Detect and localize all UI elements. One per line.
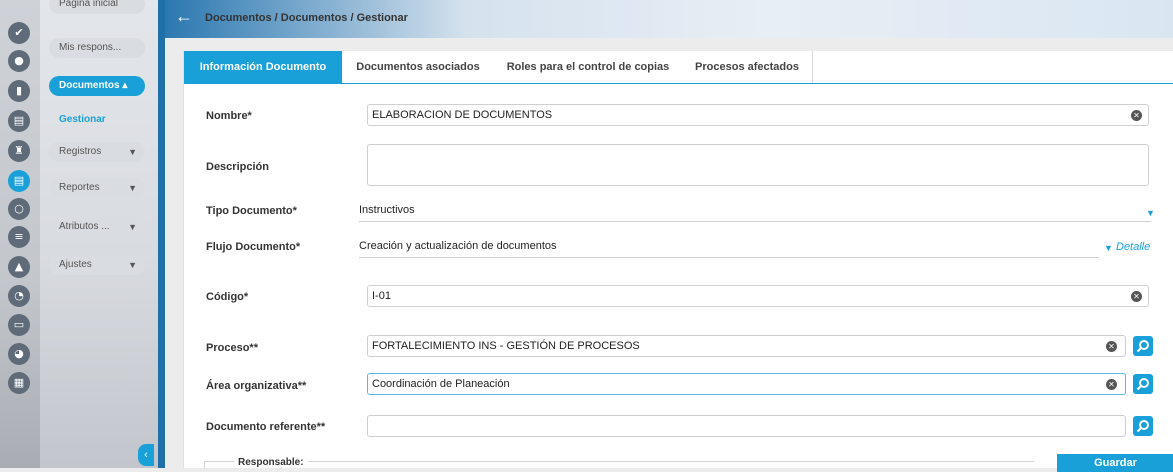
submenu-atributos[interactable]: Atributos ... ▼ bbox=[49, 217, 145, 237]
descripcion-textarea[interactable] bbox=[367, 144, 1149, 186]
back-arrow-icon[interactable]: ← bbox=[175, 6, 193, 27]
user-icon[interactable]: ● bbox=[8, 50, 30, 72]
submenu-registros[interactable]: Registros ▼ bbox=[49, 142, 145, 162]
submenu-responsabilidades-label: Mis respons... bbox=[59, 42, 122, 53]
submenu-registros-label: Registros bbox=[59, 146, 102, 157]
nombre-input[interactable]: ELABORACION DE DOCUMENTOS bbox=[367, 104, 1149, 126]
submenu-documentos-label: Documentos ▴ bbox=[59, 80, 128, 91]
sliders-icon[interactable]: ≡ bbox=[8, 226, 30, 248]
collapse-sidebar-button[interactable]: ‹ bbox=[138, 444, 154, 466]
monitor-icon[interactable]: ▭ bbox=[8, 314, 30, 336]
chevron-down-icon: ▼ bbox=[128, 260, 137, 270]
codigo-input[interactable]: I-01 bbox=[367, 285, 1149, 307]
clear-icon[interactable]: ✕ bbox=[1131, 110, 1142, 121]
tab-documentos-asociados[interactable]: Documentos asociados bbox=[342, 51, 495, 83]
refresh-icon[interactable]: ○ bbox=[8, 198, 30, 220]
submenu-reportes-label: Reportes bbox=[59, 182, 100, 193]
folder-icon[interactable]: ▦ bbox=[8, 372, 30, 394]
documento-referente-label: Documento referente** bbox=[206, 421, 326, 433]
codigo-label: Código* bbox=[206, 291, 249, 303]
clear-icon[interactable]: ✕ bbox=[1131, 291, 1142, 302]
search-area-button[interactable] bbox=[1133, 374, 1153, 394]
flujo-documento-select[interactable]: Creación y actualización de documentos bbox=[359, 237, 1099, 258]
area-organizativa-input[interactable]: Coordinación de Planeación bbox=[367, 373, 1126, 395]
clear-icon[interactable]: ✕ bbox=[1106, 341, 1117, 352]
search-icon bbox=[1136, 420, 1149, 433]
area-organizativa-label: Área organizativa** bbox=[206, 380, 307, 392]
clock-icon[interactable]: ◔ bbox=[8, 285, 30, 307]
chart-icon[interactable]: ▮ bbox=[8, 80, 30, 102]
submenu-reportes[interactable]: Reportes ▼ bbox=[49, 178, 145, 198]
clear-icon[interactable]: ✕ bbox=[1106, 379, 1117, 390]
tipo-documento-value: Instructivos bbox=[359, 204, 415, 216]
document-form-card: Información Documento Documentos asociad… bbox=[183, 51, 1173, 472]
breadcrumb: Documentos / Documentos / Gestionar bbox=[205, 12, 408, 24]
document-icon[interactable]: ▤ bbox=[8, 170, 30, 192]
proceso-label: Proceso** bbox=[206, 342, 258, 354]
warning-icon[interactable]: ▲ bbox=[8, 256, 30, 278]
globe-icon[interactable]: ◕ bbox=[8, 343, 30, 365]
check-circle-icon[interactable]: ✔ bbox=[8, 22, 30, 44]
tab-informacion-documento[interactable]: Información Documento bbox=[184, 51, 343, 83]
search-referente-button[interactable] bbox=[1133, 416, 1153, 436]
tower-icon[interactable]: ♜ bbox=[8, 140, 30, 162]
submenu-home[interactable]: Página inicial bbox=[49, 0, 145, 14]
chevron-left-icon: ‹ bbox=[144, 449, 148, 461]
chevron-down-icon: ▼ bbox=[128, 183, 137, 193]
chevron-down-icon: ▼ bbox=[128, 222, 137, 232]
submenu-responsabilidades[interactable]: Mis respons... bbox=[49, 38, 145, 58]
tipo-documento-label: Tipo Documento* bbox=[206, 205, 297, 217]
icon-rail: ✔ ● ▮ ▤ ♜ ▤ ○ ≡ ▲ ◔ ▭ ◕ ▦ bbox=[0, 0, 40, 468]
sidebar-edge bbox=[158, 0, 165, 468]
chevron-down-icon[interactable]: ▼ bbox=[1104, 243, 1113, 253]
search-icon bbox=[1136, 340, 1149, 353]
documento-referente-input[interactable] bbox=[367, 415, 1126, 437]
submenu-documentos[interactable]: Documentos ▴ bbox=[49, 76, 145, 96]
document-check-icon[interactable]: ▤ bbox=[8, 110, 30, 132]
flujo-documento-value: Creación y actualización de documentos bbox=[359, 240, 557, 252]
submenu-home-label: Página inicial bbox=[59, 0, 118, 9]
search-icon bbox=[1136, 378, 1149, 391]
submenu-panel: Página inicial Mis respons... Documentos… bbox=[40, 0, 158, 468]
tipo-documento-select[interactable]: Instructivos bbox=[359, 201, 1151, 222]
submenu-gestionar[interactable]: Gestionar bbox=[59, 114, 106, 125]
responsable-fieldset-border bbox=[204, 461, 1034, 462]
submenu-ajustes[interactable]: Ajustes ▼ bbox=[49, 255, 145, 275]
search-proceso-button[interactable] bbox=[1133, 336, 1153, 356]
flujo-documento-label: Flujo Documento* bbox=[206, 241, 301, 253]
chevron-down-icon[interactable]: ▼ bbox=[1146, 208, 1155, 218]
descripcion-label: Descripción bbox=[206, 161, 269, 173]
responsable-legend: Responsable: bbox=[234, 457, 308, 468]
save-button[interactable]: Guardar bbox=[1057, 454, 1173, 472]
detalle-link[interactable]: Detalle bbox=[1116, 241, 1150, 253]
chevron-down-icon: ▼ bbox=[128, 147, 137, 157]
tab-procesos-afectados[interactable]: Procesos afectados bbox=[682, 51, 813, 83]
top-bar: ← Documentos / Documentos / Gestionar bbox=[165, 0, 1173, 38]
tab-roles-copias[interactable]: Roles para el control de copias bbox=[494, 51, 683, 83]
submenu-ajustes-label: Ajustes bbox=[59, 259, 92, 270]
nombre-label: Nombre* bbox=[206, 110, 252, 122]
submenu-atributos-label: Atributos ... bbox=[59, 221, 110, 232]
tab-bar: Información Documento Documentos asociad… bbox=[184, 51, 1173, 84]
proceso-input[interactable]: FORTALECIMIENTO INS - GESTIÓN DE PROCESO… bbox=[367, 335, 1126, 357]
